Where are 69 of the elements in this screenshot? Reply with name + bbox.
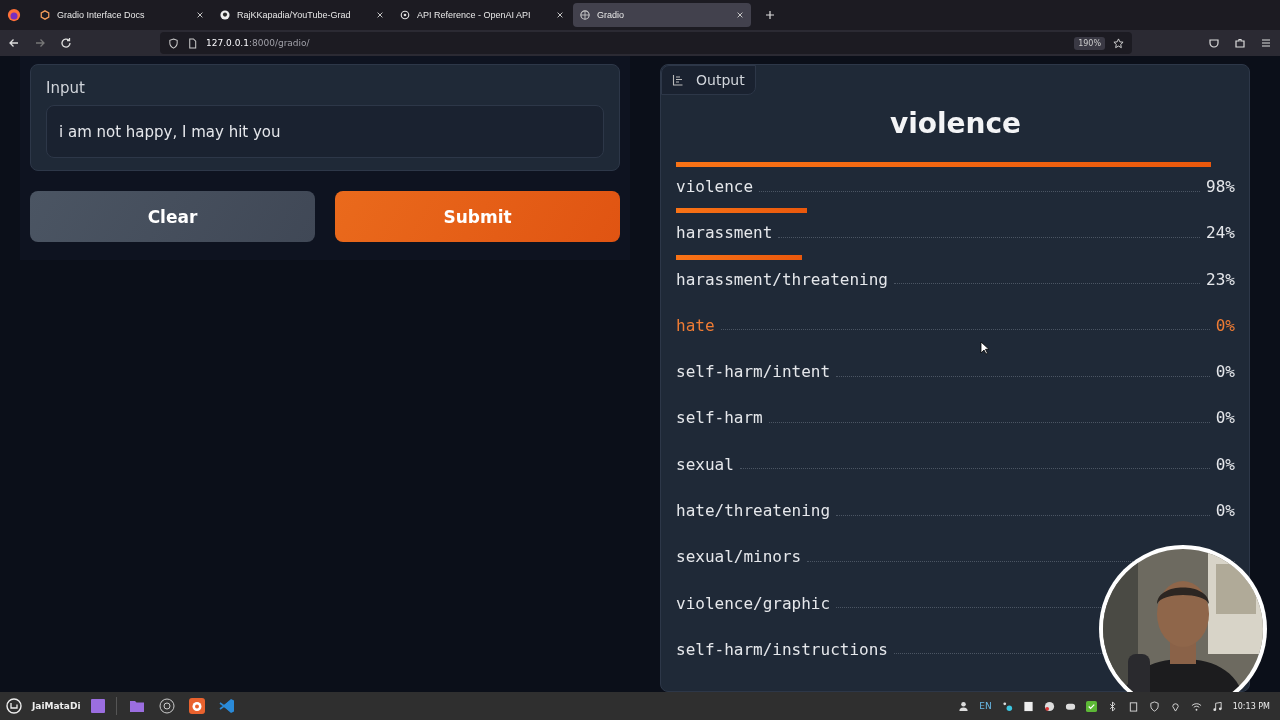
browser-logo-icon[interactable] [189, 698, 206, 714]
confidence-value: 0% [1215, 501, 1235, 521]
class-label[interactable]: sexual/minors [676, 547, 802, 567]
globe-icon [580, 10, 590, 20]
browser-logo-icon[interactable] [7, 8, 21, 22]
folder-icon[interactable] [129, 698, 146, 714]
record-icon[interactable] [159, 698, 176, 714]
close-icon[interactable] [736, 11, 744, 19]
browser-tab[interactable]: RajKKapadia/YouTube-Grad [213, 3, 391, 27]
browser-tab[interactable]: API Reference - OpenAI API [393, 3, 571, 27]
chart-icon [672, 74, 684, 86]
check-icon[interactable] [1085, 700, 1097, 712]
confidence-value: 0% [1215, 362, 1235, 382]
input-label: Input [46, 79, 86, 97]
clock[interactable]: 10:13 PM [1232, 701, 1270, 711]
language-indicator[interactable]: EN [979, 701, 992, 711]
confidence-value: 0% [1215, 408, 1235, 428]
pocket-icon[interactable] [1208, 37, 1220, 49]
output-label-text: Output [696, 72, 745, 88]
record-icon[interactable] [1043, 700, 1055, 712]
zoom-badge[interactable]: 190% [1074, 36, 1105, 50]
start-menu-icon[interactable] [6, 698, 22, 714]
browser-tab[interactable]: Gradio [573, 3, 751, 27]
class-label[interactable]: harassment [676, 223, 773, 243]
confidence-value: 0% [1215, 454, 1235, 474]
close-icon[interactable] [556, 11, 564, 19]
dots-icon[interactable] [1001, 700, 1013, 712]
close-icon[interactable] [196, 11, 204, 19]
location-icon[interactable] [1169, 700, 1181, 712]
code-editor-icon[interactable] [219, 698, 236, 714]
person-icon[interactable] [958, 700, 970, 712]
address-bar[interactable]: 127.0.0.1:8000/gradio/ 190% [160, 32, 1132, 54]
page-icon [187, 37, 198, 49]
top-label: violence [888, 107, 1023, 140]
submit-button[interactable]: Submit [335, 191, 620, 242]
confidence-value: 0% [1215, 315, 1235, 335]
star-icon[interactable] [1113, 37, 1124, 49]
class-label[interactable]: self-harm/instructions [676, 639, 888, 659]
class-label[interactable]: self-harm/intent [676, 362, 831, 382]
class-label[interactable]: self-harm [676, 408, 763, 428]
user-name[interactable]: JaiMataDi [32, 701, 81, 711]
forward-icon[interactable] [34, 37, 46, 49]
shield-icon [168, 37, 179, 49]
url-text: 127.0.0.1:8000/gradio/ [206, 38, 310, 48]
confidence-value: 23% [1206, 269, 1235, 289]
class-label[interactable]: violence/graphic [676, 593, 831, 613]
hexagon-icon [40, 10, 50, 20]
new-tab-icon[interactable] [765, 10, 775, 20]
class-label[interactable]: hate/threatening [676, 501, 831, 521]
confidence-value: 98% [1206, 177, 1235, 196]
close-icon[interactable] [376, 11, 384, 19]
back-icon[interactable] [8, 37, 20, 49]
input-field[interactable]: i am not happy, I may hit you [46, 105, 604, 158]
menu-icon[interactable] [1260, 37, 1272, 49]
class-label[interactable]: violence [676, 177, 754, 196]
class-label[interactable]: sexual [676, 454, 734, 474]
document-icon[interactable] [1022, 700, 1034, 712]
class-label[interactable]: hate [676, 315, 715, 335]
class-label[interactable]: harassment/threatening [676, 269, 888, 289]
mouse-cursor-icon [980, 341, 990, 355]
square-icon[interactable] [90, 698, 107, 714]
github-icon [220, 10, 230, 20]
shield-icon[interactable] [1148, 700, 1160, 712]
clear-button[interactable]: Clear [30, 191, 315, 242]
music-icon[interactable] [1211, 700, 1223, 712]
wifi-icon[interactable] [1190, 700, 1202, 712]
browser-tab[interactable]: Gradio Interface Docs [33, 3, 211, 27]
reload-icon[interactable] [60, 37, 72, 49]
confidence-value: 24% [1206, 223, 1235, 243]
